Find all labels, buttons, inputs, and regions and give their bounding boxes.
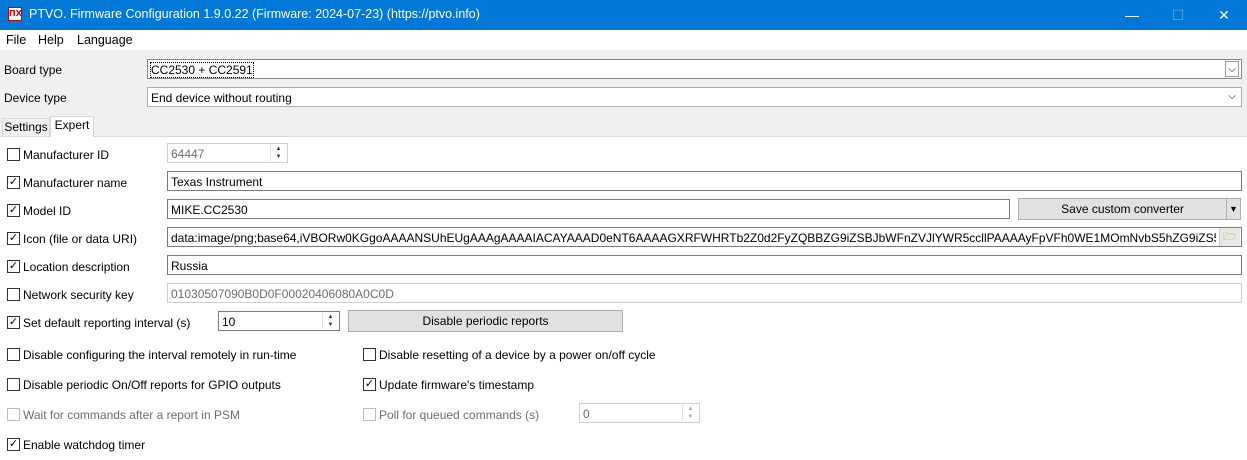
chevron-down-icon: ⌵ [1225, 61, 1239, 77]
reporting-interval-label: Set default reporting interval (s) [23, 316, 191, 330]
wait-commands-psm-checkbox[interactable] [7, 408, 20, 421]
manufacturer-name-field[interactable]: Texas Instrument [167, 171, 1242, 191]
manufacturer-id-value: 64447 [171, 147, 205, 161]
disable-periodic-reports-button[interactable]: Disable periodic reports [348, 310, 623, 332]
network-key-label: Network security key [23, 288, 134, 302]
location-checkbox[interactable]: ✓ [7, 260, 20, 273]
device-type-label: Device type [4, 91, 67, 105]
tab-settings[interactable]: Settings [2, 118, 50, 137]
model-id-label: Model ID [23, 204, 72, 218]
manufacturer-name-label: Manufacturer name [23, 176, 128, 190]
location-value: Russia [171, 259, 208, 273]
menu-language[interactable]: Language [77, 33, 133, 47]
reporting-interval-checkbox[interactable]: ✓ [7, 316, 20, 329]
menu-help[interactable]: Help [38, 33, 64, 47]
icon-label: Icon (file or data URI) [23, 232, 138, 246]
watchdog-label: Enable watchdog timer [23, 438, 146, 452]
update-timestamp-label: Update firmware's timestamp [379, 378, 535, 392]
manufacturer-id-field[interactable]: 64447 ▲ ▼ [167, 143, 288, 163]
app-icon: ΠX [8, 7, 22, 21]
device-type-value: End device without routing [151, 91, 292, 105]
poll-queued-field[interactable]: 0 ▲ ▼ [579, 403, 700, 423]
disable-interval-remote-label: Disable configuring the interval remotel… [23, 348, 297, 362]
wait-commands-psm-label: Wait for commands after a report in PSM [23, 408, 240, 422]
manufacturer-id-checkbox[interactable] [7, 148, 20, 161]
location-field[interactable]: Russia [167, 255, 1242, 275]
save-custom-converter-button[interactable]: Save custom converter [1018, 198, 1227, 220]
close-button[interactable]: ✕ [1201, 0, 1247, 30]
spinner-icon[interactable]: ▲ ▼ [322, 313, 338, 329]
model-id-value: MIKE.CC2530 [171, 203, 248, 217]
menu-bar: File Help Language [0, 30, 1247, 50]
board-type-select[interactable]: CC2530 + CC2591 ⌵ [147, 59, 1242, 79]
poll-queued-value: 0 [583, 407, 590, 421]
disable-periodic-onoff-checkbox[interactable] [7, 378, 20, 391]
watchdog-checkbox[interactable]: ✓ [7, 438, 20, 451]
disable-reset-power-checkbox[interactable] [363, 348, 376, 361]
reporting-interval-field[interactable]: 10 ▲ ▼ [218, 311, 340, 331]
network-key-checkbox[interactable] [7, 288, 20, 301]
manufacturer-name-checkbox[interactable]: ✓ [7, 176, 20, 189]
network-key-field[interactable]: 01030507090B0D0F00020406080A0C0D [167, 283, 1242, 303]
chevron-down-icon: ⌵ [1228, 91, 1236, 102]
poll-queued-label: Poll for queued commands (s) [379, 408, 540, 422]
tab-expert[interactable]: Expert [50, 116, 94, 137]
menu-file[interactable]: File [6, 33, 26, 47]
manufacturer-id-label: Manufacturer ID [23, 148, 110, 162]
manufacturer-name-value: Texas Instrument [171, 175, 263, 189]
maximize-button[interactable]: ☐ [1155, 0, 1201, 30]
update-timestamp-checkbox[interactable]: ✓ [363, 378, 376, 391]
icon-value: data:image/png;base64,iVBORw0KGgoAAAANSU… [171, 231, 1216, 245]
board-type-value: CC2530 + CC2591 [150, 62, 254, 78]
chevron-down-icon[interactable]: ▼ [1226, 198, 1241, 220]
folder-open-icon[interactable]: 🗁 [1219, 228, 1240, 246]
board-type-label: Board type [4, 63, 63, 77]
minimize-button[interactable]: — [1109, 0, 1155, 30]
location-label: Location description [23, 260, 130, 274]
spinner-icon[interactable]: ▲ ▼ [270, 145, 286, 161]
model-id-field[interactable]: MIKE.CC2530 [167, 199, 1010, 219]
model-id-checkbox[interactable]: ✓ [7, 204, 20, 217]
icon-field[interactable]: data:image/png;base64,iVBORw0KGgoAAAANSU… [167, 227, 1242, 247]
device-type-select[interactable]: End device without routing ⌵ [147, 87, 1242, 107]
icon-checkbox[interactable]: ✓ [7, 232, 20, 245]
disable-periodic-onoff-label: Disable periodic On/Off reports for GPIO… [23, 378, 281, 392]
title-bar: ΠX PTVO. Firmware Configuration 1.9.0.22… [0, 0, 1247, 30]
spinner-icon[interactable]: ▲ ▼ [682, 405, 698, 421]
disable-interval-remote-checkbox[interactable] [7, 348, 20, 361]
window-title: PTVO. Firmware Configuration 1.9.0.22 (F… [29, 7, 480, 21]
reporting-interval-value: 10 [222, 315, 236, 329]
poll-queued-checkbox[interactable] [363, 408, 376, 421]
disable-reset-power-label: Disable resetting of a device by a power… [379, 348, 656, 362]
network-key-value: 01030507090B0D0F00020406080A0C0D [171, 287, 394, 301]
